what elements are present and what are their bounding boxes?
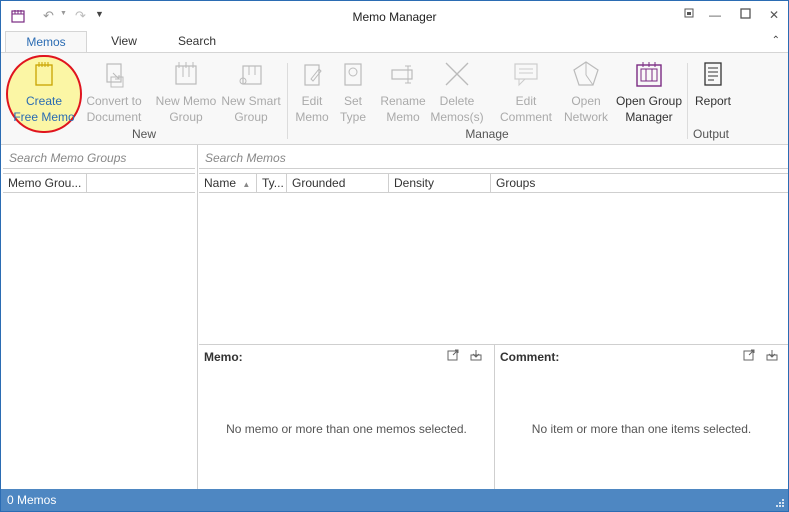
free-memo-icon [35,62,53,86]
delete-memos-button[interactable]: Delete Memos(s) [429,59,485,129]
report-button[interactable]: Report [691,59,735,129]
column-groups[interactable]: Groups [491,174,788,192]
edit-memo-icon [304,64,322,86]
group-label-output: Output [692,127,730,141]
group-label-manage: Manage [465,127,509,141]
network-icon [573,61,599,86]
set-type-label-2: Type [339,110,366,124]
report-icon [704,62,722,86]
edit-comment-label-1: Edit [515,94,537,108]
export-icon[interactable] [766,349,778,361]
group-separator [687,63,688,139]
report-label: Report [694,94,732,108]
group-label-new: New [131,127,156,141]
set-type-icon [344,63,362,86]
rename-memo-label-2: Memo [386,110,420,124]
tab-memos[interactable]: Memos [5,31,87,53]
window-title: Memo Manager [352,10,437,24]
status-bar: 0 Memos [1,489,788,511]
status-text: 0 Memos [7,493,57,507]
minimize-button[interactable]: — [707,7,723,23]
set-type-label-1: Set [343,94,362,108]
close-button[interactable]: ✕ [766,7,782,23]
edit-memo-label-1: Edit [301,94,323,108]
column-memo-groups[interactable]: Memo Grou... [3,174,87,192]
convert-to-document-button[interactable]: Convert to Document [83,59,145,129]
group-manager-icon [636,62,662,87]
convert-label-1: Convert to [86,94,142,108]
title-bar: ↶ ▼ ↷ ▼ Memo Manager — ✕ [1,1,788,31]
edit-memo-button[interactable]: Edit Memo [291,59,333,129]
panel-divider[interactable] [197,145,198,489]
column-name-label: Name [204,176,237,190]
edit-comment-button[interactable]: Edit Comment [497,59,555,129]
delete-memos-label-1: Delete [439,94,475,108]
new-smart-group-button[interactable]: New Smart Group [219,59,283,129]
rename-memo-button[interactable]: Rename Memo [377,59,429,129]
new-smart-group-label-2: Group [234,110,268,124]
maximize-button[interactable] [737,7,753,23]
edit-memo-label-2: Memo [295,110,329,124]
comment-pane-title: Comment: [500,350,560,364]
new-memo-group-label-2: Group [169,110,203,124]
memos-table-header: Name ▲ Ty... Grounded Density Groups [199,173,788,193]
column-grounded[interactable]: Grounded [287,174,389,192]
delete-icon [445,62,469,86]
new-memo-group-label-1: New Memo [155,94,217,108]
smart-group-icon [239,65,262,85]
edit-comment-label-2: Comment [499,110,552,124]
delete-memos-label-2: Memos(s) [430,110,484,124]
column-name[interactable]: Name ▲ [199,174,257,192]
open-network-label-2: Network [563,110,608,124]
new-smart-group-label-1: New Smart [221,94,281,108]
tab-view[interactable]: View [97,31,151,53]
set-type-button[interactable]: Set Type [335,59,371,129]
ribbon: Create Free Memo Convert to Document New… [1,52,788,145]
group-separator [287,63,288,139]
memos-search-input[interactable]: Search Memos [199,147,788,169]
comment-icon [514,63,538,87]
rename-memo-label-1: Rename [380,94,426,108]
comment-pane-message: No item or more than one items selected. [531,422,752,436]
memo-manager-window: ↶ ▼ ↷ ▼ Memo Manager — ✕ Memos View Sear… [0,0,789,512]
sort-ascending-icon: ▲ [242,180,251,189]
convert-document-icon [106,63,124,88]
open-external-icon[interactable] [447,349,459,361]
open-group-manager-label-1: Open Group [615,94,683,108]
memo-groups-header: Memo Grou... [3,173,195,193]
rename-icon [391,65,413,84]
convert-label-2: Document [86,110,142,124]
create-free-memo-label-2: Free Memo [13,110,75,124]
create-free-memo-label-1: Create [25,94,63,108]
memo-pane-title: Memo: [204,350,243,364]
resize-grip-icon[interactable] [775,498,785,508]
ribbon-tabs: Memos View Search ⌃ [1,31,788,53]
memo-groups-search-input[interactable]: Search Memo Groups [3,147,195,169]
collapse-ribbon-icon[interactable]: ⌃ [772,35,780,46]
column-density[interactable]: Density [389,174,491,192]
new-memo-group-button[interactable]: New Memo Group [153,59,219,129]
memo-pane-message: No memo or more than one memos selected. [226,422,467,436]
export-icon[interactable] [470,349,482,361]
column-type[interactable]: Ty... [257,174,287,192]
pane-divider[interactable] [494,344,495,489]
open-group-manager-label-2: Manager [625,110,673,124]
open-network-label-1: Open [571,94,601,108]
memo-group-icon [175,62,197,85]
help-restore-icon[interactable] [681,7,697,23]
create-free-memo-button[interactable]: Create Free Memo [9,59,79,129]
open-network-button[interactable]: Open Network [559,59,613,129]
open-external-icon[interactable] [743,349,755,361]
tab-search[interactable]: Search [167,31,227,53]
open-group-manager-button[interactable]: Open Group Manager [613,59,685,129]
